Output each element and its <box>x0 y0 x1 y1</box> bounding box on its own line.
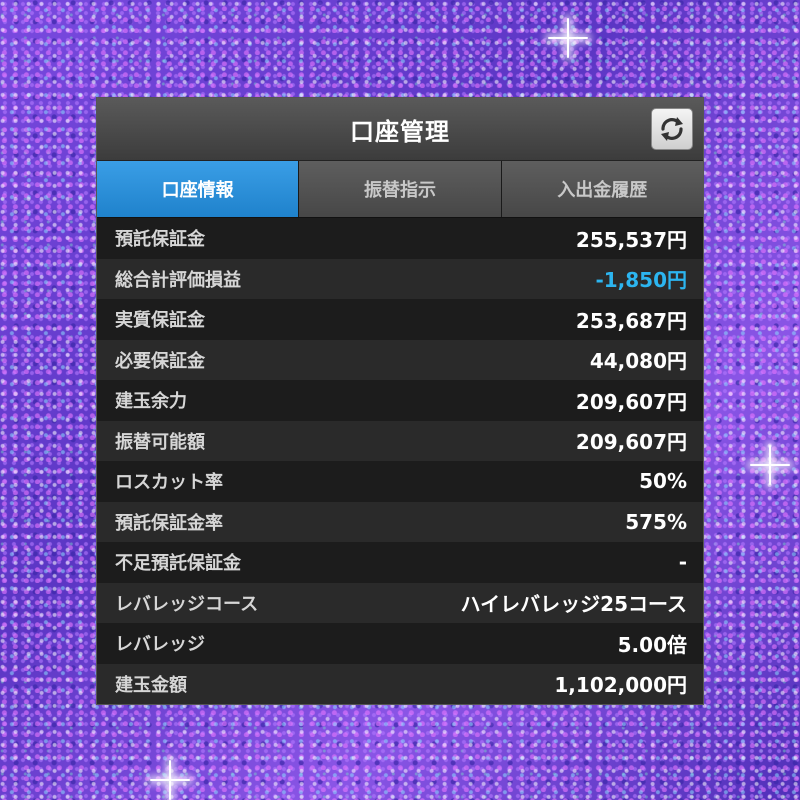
row-label: 預託保証金率 <box>115 512 223 534</box>
sparkle-decoration <box>150 760 190 800</box>
row-value: 5.00倍 <box>617 632 687 657</box>
tab-account-info[interactable]: 口座情報 <box>97 161 300 217</box>
sparkle-decoration <box>750 445 790 485</box>
account-management-panel: 口座管理 口座情報 振替指示 入出金履歴 預託保証金 255,537円 総合計評… <box>97 98 703 704</box>
tab-transfer-instruction[interactable]: 振替指示 <box>299 161 502 217</box>
sparkle-decoration <box>548 18 588 58</box>
row-label: ロスカット率 <box>115 472 223 494</box>
row-value: - <box>678 550 687 575</box>
list-item: 建玉金額 1,102,000円 <box>97 663 703 704</box>
list-item: ロスカット率 50% <box>97 461 703 502</box>
row-value: 253,687円 <box>575 308 687 333</box>
account-info-list: 預託保証金 255,537円 総合計評価損益 -1,850円 実質保証金 253… <box>97 218 703 704</box>
panel-header: 口座管理 <box>97 98 703 161</box>
row-value: 575% <box>625 509 687 534</box>
row-label: 実質保証金 <box>115 310 205 332</box>
list-item: 建玉余力 209,607円 <box>97 380 703 421</box>
refresh-icon <box>661 117 683 141</box>
list-item: 総合計評価損益 -1,850円 <box>97 258 703 299</box>
row-label: 必要保証金 <box>115 350 205 372</box>
list-item: 振替可能額 209,607円 <box>97 420 703 461</box>
row-value: 209,607円 <box>575 430 687 455</box>
row-label: 総合計評価損益 <box>115 269 241 291</box>
list-item: レバレッジコース ハイレバレッジ25コース <box>97 582 703 623</box>
row-value: 50% <box>639 469 687 494</box>
list-item: 預託保証金率 575% <box>97 501 703 542</box>
row-label: 不足預託保証金 <box>115 553 241 575</box>
row-value: -1,850円 <box>595 268 687 293</box>
row-value: 255,537円 <box>575 227 687 252</box>
tab-deposit-withdrawal-history[interactable]: 入出金履歴 <box>501 161 703 217</box>
row-label: レバレッジ <box>115 634 205 656</box>
list-item: 不足預託保証金 - <box>97 542 703 583</box>
tab-bar: 口座情報 振替指示 入出金履歴 <box>97 161 703 218</box>
row-label: 振替可能額 <box>115 431 205 453</box>
list-item: 実質保証金 253,687円 <box>97 299 703 340</box>
list-item: レバレッジ 5.00倍 <box>97 623 703 664</box>
row-value: 44,080円 <box>589 349 687 374</box>
row-label: 建玉余力 <box>115 391 187 413</box>
page-title: 口座管理 <box>350 117 450 146</box>
row-label: 建玉金額 <box>115 674 187 696</box>
refresh-button[interactable] <box>651 108 693 150</box>
row-label: 預託保証金 <box>115 229 205 251</box>
row-value: 1,102,000円 <box>554 673 687 698</box>
list-item: 預託保証金 255,537円 <box>97 218 703 259</box>
list-item: 必要保証金 44,080円 <box>97 339 703 380</box>
row-value: 209,607円 <box>575 389 687 414</box>
row-label: レバレッジコース <box>115 593 259 615</box>
row-value: ハイレバレッジ25コース <box>460 592 687 617</box>
